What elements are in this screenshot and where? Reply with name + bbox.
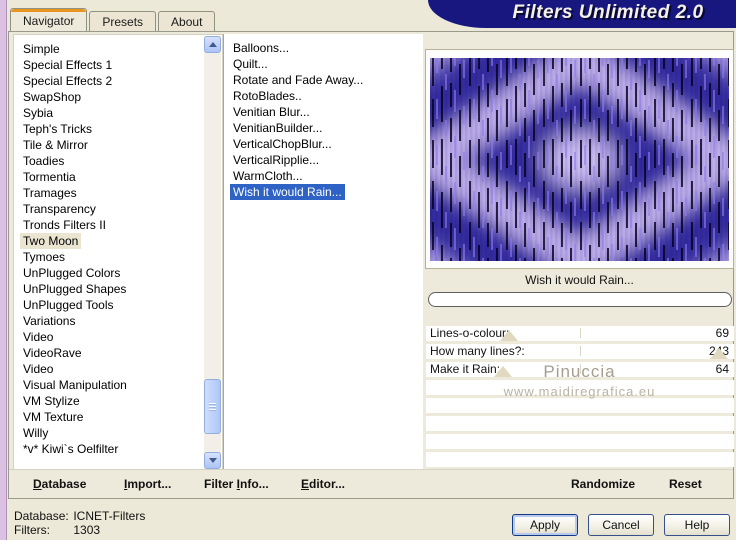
reset-button[interactable]: Reset <box>669 470 702 499</box>
category-item[interactable]: Variations <box>14 313 222 329</box>
scrollbar-thumb[interactable] <box>204 379 221 434</box>
category-item[interactable]: Tile & Mirror <box>14 137 222 153</box>
category-item[interactable]: Tymoes <box>14 249 222 265</box>
app-title: Filters Unlimited 2.0 <box>512 2 704 23</box>
category-item[interactable]: Sybia <box>14 105 222 121</box>
watermark-url: www.maidiregrafica.eu <box>503 384 656 399</box>
category-item[interactable]: Teph's Tricks <box>14 121 222 137</box>
filter-item[interactable]: WarmCloth... <box>224 168 423 184</box>
filter-item[interactable]: RotoBlades.. <box>224 88 423 104</box>
category-item[interactable]: Willy <box>14 425 222 441</box>
filter-listbox[interactable]: Balloons... Quilt... Rotate and Fade Awa… <box>223 34 423 471</box>
filter-item[interactable]: Quilt... <box>224 56 423 72</box>
empty-parameter-row <box>426 434 734 449</box>
slider-label: Lines-o-colour: <box>430 326 510 340</box>
scroll-up-button[interactable] <box>204 36 221 53</box>
filter-item[interactable]: Balloons... <box>224 40 423 56</box>
tab-panel: Simple Special Effects 1 Special Effects… <box>8 31 734 499</box>
empty-parameter-row <box>426 416 734 431</box>
category-item[interactable]: Video <box>14 329 222 345</box>
title-banner: Filters Unlimited 2.0 <box>428 0 736 28</box>
status-filters-label: Filters: <box>14 523 50 537</box>
window-edge-strip <box>0 0 7 540</box>
category-item[interactable]: Simple <box>14 41 222 57</box>
category-scrollbar[interactable] <box>204 36 221 469</box>
category-item[interactable]: VM Texture <box>14 409 222 425</box>
category-listbox[interactable]: Simple Special Effects 1 Special Effects… <box>13 34 223 471</box>
preview-image[interactable] <box>430 58 729 261</box>
filter-items: Balloons... Quilt... Rotate and Fade Awa… <box>224 34 423 200</box>
category-item[interactable]: VideoRave <box>14 345 222 361</box>
slider-thumb[interactable] <box>500 330 519 341</box>
status-filters-value: 1303 <box>73 523 101 537</box>
filters-unlimited-window: Filters Unlimited 2.0 Navigator Presets … <box>0 0 736 540</box>
category-item[interactable]: UnPlugged Colors <box>14 265 222 281</box>
tab-bar: Navigator Presets About <box>10 8 217 31</box>
filter-item[interactable]: VerticalChopBlur... <box>224 136 423 152</box>
status-database-value: ICNET-Filters <box>73 509 146 523</box>
category-item[interactable]: Transparency <box>14 201 222 217</box>
tab-about[interactable]: About <box>158 11 216 31</box>
category-item[interactable]: Visual Manipulation <box>14 377 222 393</box>
apply-button[interactable]: Apply <box>512 514 578 536</box>
status-database: Database: ICNET-Filters <box>14 509 145 523</box>
slider-value: 69 <box>715 326 729 340</box>
filter-item[interactable]: Rotate and Fade Away... <box>224 72 423 88</box>
scroll-down-button[interactable] <box>204 452 221 469</box>
slider-row[interactable]: How many lines?: 243 <box>426 344 734 359</box>
empty-parameter-row <box>426 398 734 413</box>
arrow-down-icon <box>208 458 217 463</box>
slider-label: How many lines?: <box>430 344 525 358</box>
tab-navigator[interactable]: Navigator <box>10 8 88 31</box>
help-button[interactable]: Help <box>664 514 730 536</box>
randomize-button[interactable]: Randomize <box>571 470 635 499</box>
category-item[interactable]: UnPlugged Shapes <box>14 281 222 297</box>
progress-bar <box>428 292 732 307</box>
arrow-up-icon <box>208 42 217 47</box>
database-button[interactable]: Database <box>33 470 86 499</box>
status-filters: Filters: 1303 <box>14 523 100 537</box>
slider-thumb[interactable] <box>709 348 728 359</box>
filter-item[interactable]: VenitianBuilder... <box>224 120 423 136</box>
category-item[interactable]: SwapShop <box>14 89 222 105</box>
slider-row[interactable]: Lines-o-colour: 69 <box>426 326 734 341</box>
category-item[interactable]: Video <box>14 361 222 377</box>
import-button[interactable]: Import... <box>124 470 171 499</box>
filter-item[interactable]: Wish it would Rain... <box>224 184 423 200</box>
category-item[interactable]: Special Effects 1 <box>14 57 222 73</box>
toolbar-band: Database Import... Filter Info... Editor… <box>9 469 733 498</box>
category-item[interactable]: VM Stylize <box>14 393 222 409</box>
category-item[interactable]: Two Moon <box>14 233 222 249</box>
filter-info-button[interactable]: Filter Info... <box>204 470 269 499</box>
category-item[interactable]: Toadies <box>14 153 222 169</box>
filter-item[interactable]: Venitian Blur... <box>224 104 423 120</box>
category-items: Simple Special Effects 1 Special Effects… <box>14 35 222 457</box>
preview-frame <box>425 49 734 269</box>
tab-presets[interactable]: Presets <box>89 11 157 31</box>
editor-button[interactable]: Editor... <box>301 470 345 499</box>
category-item[interactable]: Tramages <box>14 185 222 201</box>
empty-parameter-row <box>426 452 734 467</box>
category-item[interactable]: *v* Kiwi`s Oelfilter <box>14 441 222 457</box>
category-item[interactable]: Tronds Filters II <box>14 217 222 233</box>
slider-tick <box>580 328 581 338</box>
category-item[interactable]: Tormentia <box>14 169 222 185</box>
watermark-name: Pinuccia <box>543 362 616 381</box>
slider-tick <box>580 346 581 356</box>
category-item[interactable]: UnPlugged Tools <box>14 297 222 313</box>
status-database-label: Database: <box>14 509 69 523</box>
filter-item[interactable]: VerticalRipplie... <box>224 152 423 168</box>
preview-caption: Wish it would Rain... <box>525 273 634 287</box>
category-item[interactable]: Special Effects 2 <box>14 73 222 89</box>
cancel-button[interactable]: Cancel <box>588 514 654 536</box>
